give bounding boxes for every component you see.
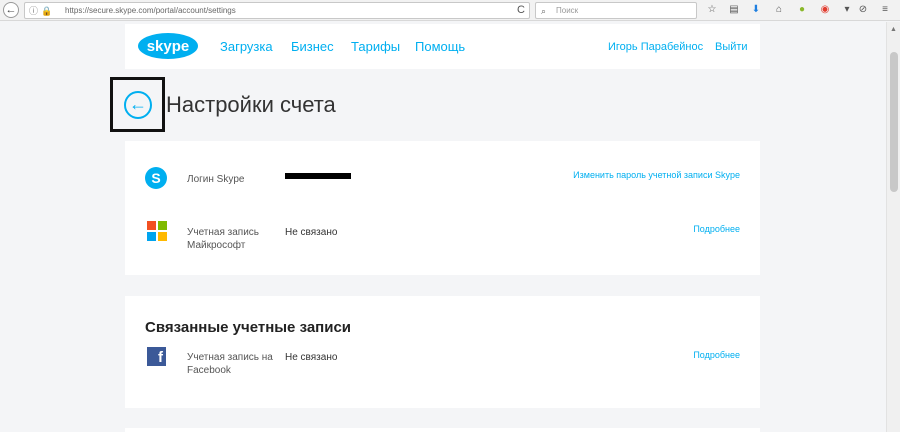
back-arrow-icon[interactable]: ← <box>124 91 152 119</box>
user-name-link[interactable]: Игорь Парабейнос <box>608 40 703 54</box>
search-input[interactable]: Поиск <box>556 4 578 18</box>
next-card <box>125 428 760 432</box>
nav-business[interactable]: Бизнес <box>291 39 334 55</box>
facebook-account-status: Не связано <box>285 352 338 363</box>
page-scrollbar[interactable]: ▲ <box>886 22 900 432</box>
back-nav-icon[interactable]: ← <box>3 2 19 18</box>
reading-list-icon[interactable]: ▤ <box>727 3 741 17</box>
skype-icon: S <box>145 167 167 189</box>
linked-accounts-title: Связанные учетные записи <box>145 319 352 336</box>
svg-text:skype: skype <box>147 38 190 55</box>
bookmark-star-icon[interactable]: ☆ <box>705 3 719 17</box>
search-icon: ⌕ <box>541 6 547 16</box>
facebook-account-label: Учетная запись на Facebook <box>187 352 273 376</box>
menu-icon[interactable]: ≡ <box>878 3 892 17</box>
extension-icon[interactable]: ▾ <box>840 3 854 17</box>
page-title: Настройки счета <box>166 92 336 117</box>
site-header: skype Загрузка Бизнес Тарифы Помощь Игор… <box>125 24 760 69</box>
facebook-details-link[interactable]: Подробнее <box>693 349 740 361</box>
home-icon[interactable]: ⌂ <box>772 3 786 17</box>
reload-icon[interactable]: C <box>517 3 525 18</box>
search-bar[interactable]: ⌕ Поиск <box>535 2 697 19</box>
nav-help[interactable]: Помощь <box>415 39 465 55</box>
change-password-link[interactable]: Изменить пароль учетной записи Skype <box>573 169 740 181</box>
adblock-icon[interactable]: ◉ <box>818 3 832 17</box>
sync-icon[interactable]: ⊘ <box>856 3 870 17</box>
lock-icon: 🔒 <box>41 6 53 16</box>
info-icon[interactable]: ⓘ <box>29 4 38 18</box>
facebook-icon: f <box>147 347 166 366</box>
microsoft-account-label: Учетная запись Майкрософт <box>187 227 260 251</box>
back-button-highlight: ← <box>110 77 165 132</box>
scroll-up-icon[interactable]: ▲ <box>890 26 897 33</box>
sign-out-link[interactable]: Выйти <box>715 40 748 54</box>
linked-accounts-card: Связанные учетные записи f Учетная запис… <box>125 296 760 408</box>
nav-rates[interactable]: Тарифы <box>351 39 400 55</box>
microsoft-account-status: Не связано <box>285 227 338 238</box>
address-bar[interactable]: ⓘ 🔒 https://secure.skype.com/portal/acco… <box>24 2 530 19</box>
nav-download[interactable]: Загрузка <box>220 39 273 55</box>
scroll-thumb[interactable] <box>890 52 898 192</box>
skype-login-label: Логин Skype <box>187 174 245 185</box>
microsoft-details-link[interactable]: Подробнее <box>693 223 740 235</box>
microsoft-icon <box>147 221 167 241</box>
addon-icon[interactable]: ● <box>795 3 809 17</box>
redacted-login-value <box>285 173 351 179</box>
url-text[interactable]: https://secure.skype.com/portal/account/… <box>65 4 236 18</box>
browser-toolbar: ← ⓘ 🔒 https://secure.skype.com/portal/ac… <box>0 0 900 21</box>
download-icon[interactable]: ⬇ <box>749 3 763 17</box>
skype-logo[interactable]: skype <box>137 32 199 60</box>
account-card: S Логин Skype Изменить пароль учетной за… <box>125 141 760 275</box>
